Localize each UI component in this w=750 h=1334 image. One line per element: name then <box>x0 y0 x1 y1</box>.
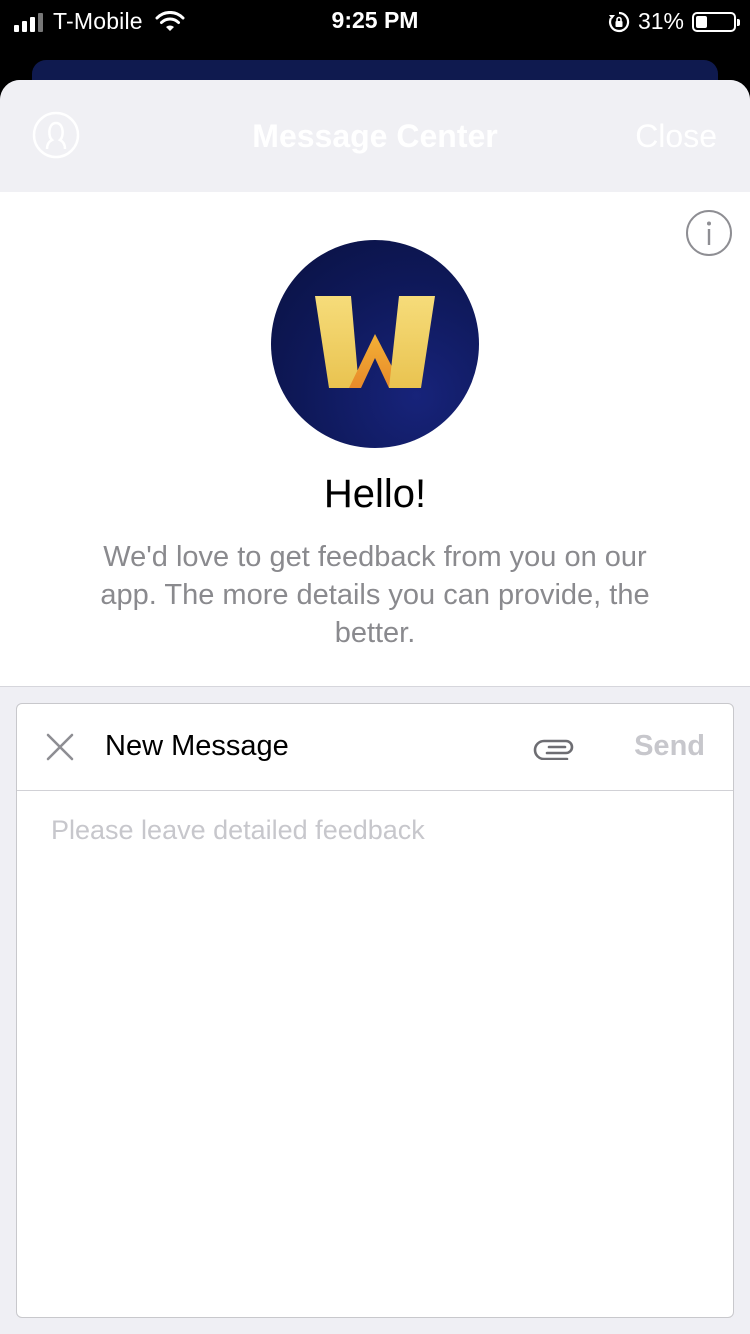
app-logo-w-icon <box>315 296 435 388</box>
greeting-panel: Hello! We'd love to get feedback from yo… <box>0 192 750 687</box>
orientation-lock-icon <box>608 11 630 32</box>
close-button[interactable]: Close <box>635 118 717 155</box>
composer-title: New Message <box>105 730 289 762</box>
greeting-title: Hello! <box>323 472 427 516</box>
message-composer: New Message Send <box>16 703 734 1318</box>
status-bar: T-Mobile 9:25 PM 31% <box>0 0 750 42</box>
battery-fill <box>696 15 707 28</box>
send-button[interactable]: Send <box>634 730 705 763</box>
composer-header: New Message Send <box>17 704 733 791</box>
message-center-sheet: Message Center Close Hello! We'd love to… <box>0 80 750 1334</box>
close-icon[interactable] <box>45 732 75 762</box>
info-icon[interactable] <box>685 209 733 257</box>
status-right: 31% <box>608 8 740 35</box>
battery-icon <box>692 11 740 32</box>
battery-percent: 31% <box>637 8 684 34</box>
paperclip-icon[interactable] <box>533 734 577 760</box>
app-logo <box>271 240 479 448</box>
feedback-input[interactable] <box>51 815 699 1293</box>
composer-body <box>17 791 733 1317</box>
nav-bar: Message Center Close <box>0 80 750 192</box>
greeting-message: We'd love to get feedback from you on ou… <box>100 541 650 649</box>
